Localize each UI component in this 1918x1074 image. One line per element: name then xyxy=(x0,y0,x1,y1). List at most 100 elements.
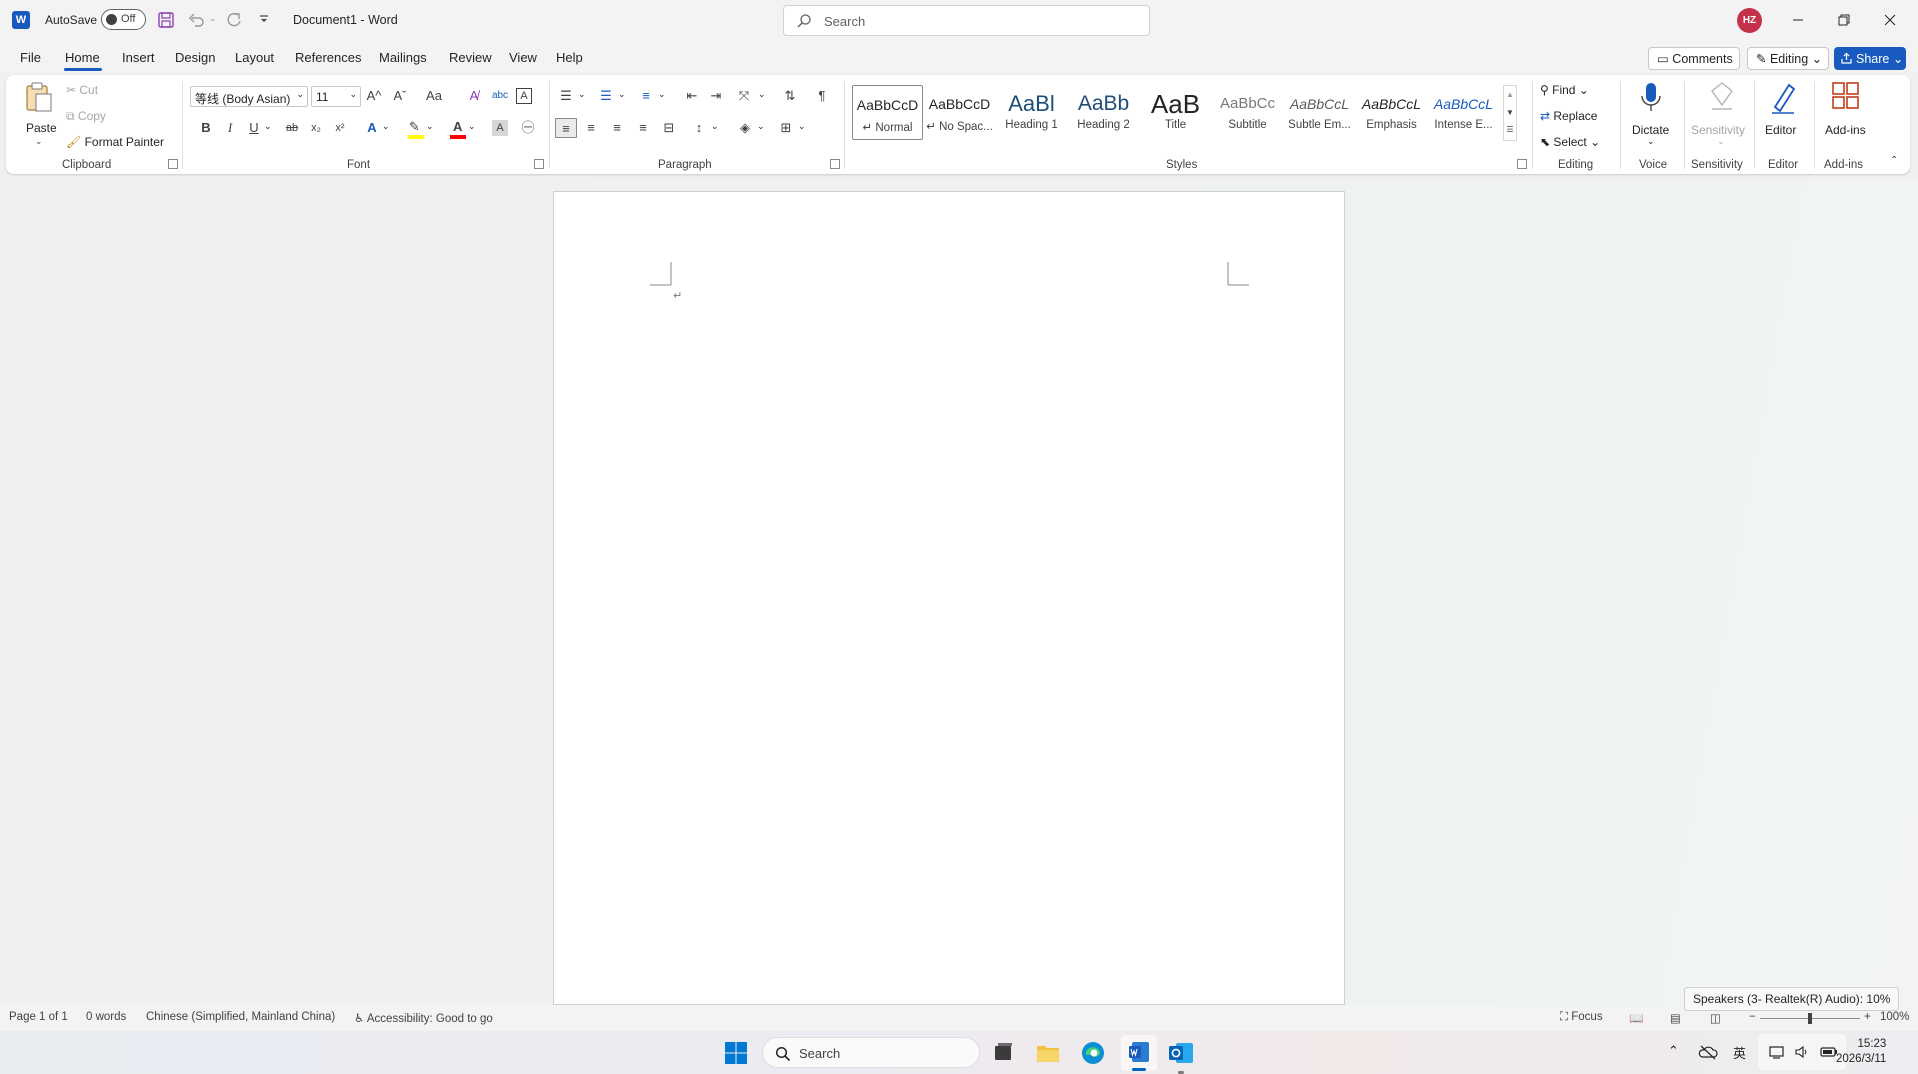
bullets-dropdown-icon[interactable]: ⌄ xyxy=(578,89,586,100)
multilevel-dropdown-icon[interactable]: ⌄ xyxy=(658,89,666,100)
styles-scrollbar[interactable]: ▲ ▼ ☰ xyxy=(1503,85,1517,141)
paragraph-launcher-icon[interactable] xyxy=(830,159,840,169)
comments-button[interactable]: ▭ Comments xyxy=(1648,47,1740,70)
tab-insert[interactable]: Insert xyxy=(122,50,155,65)
tab-view[interactable]: View xyxy=(509,50,537,65)
asian-layout-icon[interactable]: ⤧ xyxy=(734,86,754,106)
style-no-spacing[interactable]: AaBbCcD ↵ No Spac... xyxy=(924,85,995,140)
chevron-up-icon[interactable]: ▲ xyxy=(1504,86,1516,104)
tab-mailings[interactable]: Mailings xyxy=(379,50,427,65)
asian-layout-dropdown-icon[interactable]: ⌄ xyxy=(758,89,766,100)
numbering-dropdown-icon[interactable]: ⌄ xyxy=(618,89,626,100)
restore-button[interactable] xyxy=(1821,5,1867,35)
shrink-font-icon[interactable]: Aˇ xyxy=(390,86,410,106)
paste-button[interactable]: Paste ⌄ xyxy=(20,79,58,149)
sensitivity-button[interactable]: Sensitivity ⌄ xyxy=(1688,81,1752,153)
page-count[interactable]: Page 1 of 1 xyxy=(9,1011,68,1023)
read-mode-icon[interactable]: 📖 xyxy=(1629,1011,1643,1025)
customize-toolbar-icon[interactable] xyxy=(254,10,276,30)
tab-references[interactable]: References xyxy=(295,50,361,65)
tab-layout[interactable]: Layout xyxy=(235,50,274,65)
text-effects-icon[interactable]: A xyxy=(362,118,382,138)
font-size-combo[interactable]: 11 ⌄ xyxy=(311,86,361,107)
dictate-button[interactable]: Dictate ⌄ xyxy=(1626,81,1676,153)
numbering-icon[interactable]: ☰ xyxy=(596,86,616,106)
print-layout-icon[interactable]: ▤ xyxy=(1670,1011,1681,1025)
title-search-box[interactable]: Search xyxy=(783,5,1150,36)
tab-help[interactable]: Help xyxy=(556,50,583,65)
superscript-icon[interactable]: x² xyxy=(330,118,350,138)
chevron-down-icon[interactable]: ▼ xyxy=(1504,104,1516,122)
shading-icon[interactable]: ◈ xyxy=(735,118,755,138)
minimize-button[interactable] xyxy=(1775,5,1821,35)
onedrive-icon[interactable] xyxy=(1698,1044,1718,1060)
subscript-icon[interactable]: x₂ xyxy=(306,118,326,138)
zoom-slider-thumb[interactable] xyxy=(1808,1013,1812,1024)
input-method-indicator[interactable]: 英 xyxy=(1733,1043,1746,1062)
line-spacing-dropdown-icon[interactable]: ⌄ xyxy=(711,121,719,132)
font-launcher-icon[interactable] xyxy=(534,159,544,169)
focus-mode-button[interactable]: ⛶ Focus xyxy=(1560,1011,1603,1024)
justify-icon[interactable]: ≡ xyxy=(633,118,653,138)
style-heading-1[interactable]: AaBl Heading 1 xyxy=(996,85,1067,140)
taskbar-clock[interactable]: 15:23 2026/3/11 xyxy=(1836,1037,1886,1067)
styles-launcher-icon[interactable] xyxy=(1517,159,1527,169)
style-subtitle[interactable]: AaBbCc Subtitle xyxy=(1212,85,1283,140)
windows-start-icon[interactable] xyxy=(724,1041,748,1065)
align-center-icon[interactable]: ≡ xyxy=(581,118,601,138)
clear-formatting-icon[interactable]: A̸ xyxy=(464,86,484,106)
replace-button[interactable]: ⇄ Replace xyxy=(1540,109,1597,123)
file-explorer-icon[interactable] xyxy=(1033,1038,1063,1068)
character-border-icon[interactable]: A xyxy=(516,88,532,104)
web-layout-icon[interactable]: ◫ xyxy=(1710,1011,1721,1025)
underline-icon[interactable]: U xyxy=(244,118,264,138)
style-normal[interactable]: AaBbCcD ↵ Normal xyxy=(852,85,923,140)
font-name-combo[interactable]: 等线 (Body Asian) ⌄ xyxy=(190,86,308,107)
find-button[interactable]: ⚲ Find ⌄ xyxy=(1540,83,1589,97)
phonetic-guide-icon[interactable]: abc xyxy=(490,86,510,106)
multilevel-list-icon[interactable]: ≡ xyxy=(636,86,656,106)
grow-font-icon[interactable]: A^ xyxy=(364,86,384,106)
zoom-in-button[interactable]: + xyxy=(1864,1011,1871,1023)
user-avatar[interactable]: HZ xyxy=(1737,8,1762,33)
show-hidden-icons-icon[interactable]: ⌃ xyxy=(1668,1043,1679,1059)
character-shading-icon[interactable]: A xyxy=(492,120,508,136)
accessibility-checker[interactable]: ♿ Accessibility: Good to go xyxy=(354,1011,493,1025)
style-intense-emphasis[interactable]: AaBbCcL Intense E... xyxy=(1428,85,1499,140)
zoom-slider[interactable] xyxy=(1760,1013,1860,1024)
text-effects-dropdown-icon[interactable]: ⌄ xyxy=(382,121,390,132)
tab-home[interactable]: Home xyxy=(65,50,100,65)
undo-dropdown-icon[interactable]: ⌄ xyxy=(209,13,217,24)
undo-icon[interactable] xyxy=(186,10,208,30)
collapse-ribbon-icon[interactable]: ⌃ xyxy=(1890,155,1898,166)
style-heading-2[interactable]: AaBb Heading 2 xyxy=(1068,85,1139,140)
tab-file[interactable]: File xyxy=(20,50,41,65)
taskbar-search[interactable]: Search xyxy=(762,1037,980,1068)
italic-icon[interactable]: I xyxy=(220,118,240,138)
show-formatting-marks-icon[interactable]: ¶ xyxy=(812,86,832,106)
select-button[interactable]: ⬉ Select ⌄ xyxy=(1540,135,1600,149)
tab-review[interactable]: Review xyxy=(449,50,492,65)
highlight-color-button[interactable]: ✎ xyxy=(406,119,426,141)
font-color-dropdown-icon[interactable]: ⌄ xyxy=(468,121,476,132)
increase-indent-icon[interactable]: ⇥ xyxy=(706,86,726,106)
share-button[interactable]: Share ⌄ xyxy=(1834,47,1906,70)
bold-icon[interactable]: B xyxy=(196,118,216,138)
change-case-icon[interactable]: Aa xyxy=(420,86,448,106)
redo-icon[interactable] xyxy=(224,10,246,30)
copy-button[interactable]: ⧉ Copy xyxy=(66,109,106,124)
word-count[interactable]: 0 words xyxy=(86,1011,126,1023)
enclose-characters-icon[interactable]: ㊀ xyxy=(518,118,538,138)
style-emphasis[interactable]: AaBbCcL Emphasis xyxy=(1356,85,1427,140)
sort-icon[interactable]: ⇅ xyxy=(780,86,800,106)
outlook-taskbar-button[interactable] xyxy=(1166,1038,1196,1074)
editing-mode-button[interactable]: ✎ Editing ⌄ xyxy=(1747,47,1830,70)
save-icon[interactable] xyxy=(156,10,178,30)
zoom-out-button[interactable]: − xyxy=(1749,1011,1756,1023)
borders-icon[interactable]: ⊞ xyxy=(776,118,796,138)
quick-settings-button[interactable] xyxy=(1758,1034,1846,1070)
align-left-icon[interactable]: ≡ xyxy=(555,118,577,138)
style-title[interactable]: AaB Title xyxy=(1140,85,1211,140)
add-ins-button[interactable]: Add-ins xyxy=(1818,81,1874,153)
edge-browser-icon[interactable] xyxy=(1078,1038,1108,1068)
